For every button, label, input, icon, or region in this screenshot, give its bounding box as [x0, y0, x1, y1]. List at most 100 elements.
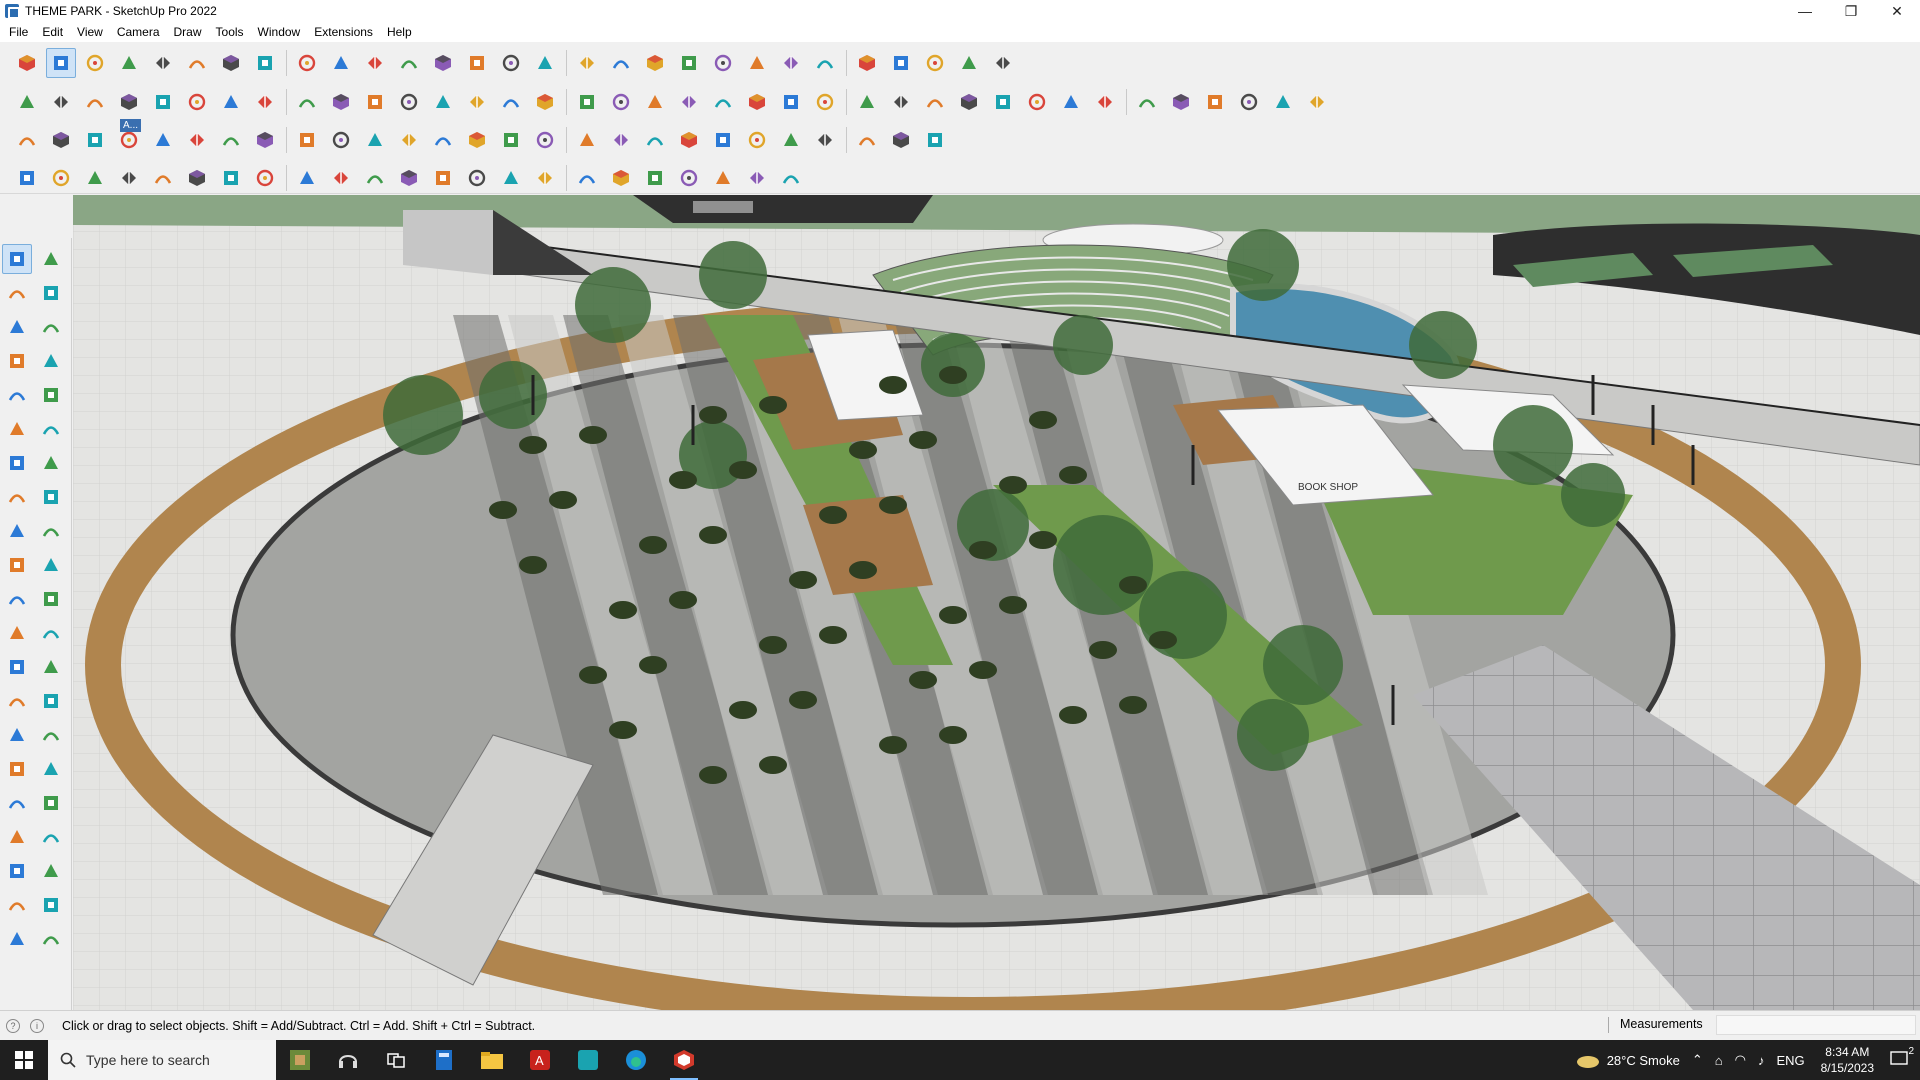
- menu-draw[interactable]: Draw: [167, 25, 209, 39]
- look-around-tool-button[interactable]: [36, 822, 66, 852]
- subtract-button[interactable]: [530, 87, 560, 117]
- sphere-button[interactable]: [148, 125, 178, 155]
- select-tool-button[interactable]: [2, 244, 32, 274]
- wifi-icon[interactable]: ◠: [1735, 1052, 1746, 1068]
- taskbar-widget-app[interactable]: [276, 1040, 324, 1080]
- column-button[interactable]: [810, 125, 840, 155]
- solid-tools-button[interactable]: [462, 87, 492, 117]
- rectangle-button[interactable]: [182, 48, 212, 78]
- styles-tool-button[interactable]: [2, 890, 32, 920]
- x-ray-button[interactable]: [250, 87, 280, 117]
- cone-button[interactable]: [462, 125, 492, 155]
- shell-button[interactable]: [292, 163, 322, 193]
- info-icon[interactable]: i: [30, 1018, 44, 1033]
- align-button[interactable]: [394, 163, 424, 193]
- taskbar-acrobat[interactable]: A: [516, 1040, 564, 1080]
- sandbox-button[interactable]: [606, 87, 636, 117]
- top-view-button[interactable]: [46, 87, 76, 117]
- model-viewport[interactable]: BOOK SHOP: [73, 195, 1920, 1010]
- curve-button[interactable]: [1090, 87, 1120, 117]
- back-view-button[interactable]: [148, 87, 178, 117]
- components-button[interactable]: [776, 48, 806, 78]
- spline-button[interactable]: [1132, 87, 1162, 117]
- path-button[interactable]: [326, 125, 356, 155]
- styles-button[interactable]: [674, 48, 704, 78]
- add-detail-button[interactable]: [742, 87, 772, 117]
- materials-button[interactable]: [810, 48, 840, 78]
- line-tool-button[interactable]: [2, 346, 32, 376]
- orbit2-tool-button[interactable]: [2, 720, 32, 750]
- pencil-line-button[interactable]: [114, 48, 144, 78]
- warehouse-button[interactable]: [810, 87, 840, 117]
- measurements-input[interactable]: [1716, 1015, 1916, 1035]
- taskbar-calculator[interactable]: [420, 1040, 468, 1080]
- eraser-tool-button[interactable]: [36, 278, 66, 308]
- monochrome-button[interactable]: [428, 87, 458, 117]
- polygon-tool-button[interactable]: [36, 414, 66, 444]
- follow-me-button[interactable]: [250, 48, 280, 78]
- snap-button[interactable]: [462, 163, 492, 193]
- wall-button[interactable]: [920, 125, 950, 155]
- move-button[interactable]: [292, 48, 322, 78]
- menu-help[interactable]: Help: [380, 25, 419, 39]
- weather-cloud-icon[interactable]: [1575, 1051, 1601, 1069]
- tape-measure-button[interactable]: [394, 48, 424, 78]
- iso-view-button[interactable]: [12, 87, 42, 117]
- dimension-tool-button[interactable]: [36, 652, 66, 682]
- arc-tool-button[interactable]: [250, 125, 280, 155]
- theme-park-model[interactable]: BOOK SHOP: [73, 195, 1920, 1010]
- left-view-button[interactable]: [182, 87, 212, 117]
- hidden-line-button[interactable]: [326, 87, 356, 117]
- zoom-window-button[interactable]: [606, 48, 636, 78]
- flip-edge-button[interactable]: [776, 87, 806, 117]
- scale-tool-button[interactable]: [2, 584, 32, 614]
- rotated-rect-tool-button[interactable]: [36, 380, 66, 410]
- freehand-tool-button[interactable]: [36, 346, 66, 376]
- zoom-tool-button[interactable]: [2, 754, 32, 784]
- camera-button[interactable]: [742, 163, 772, 193]
- undo-button[interactable]: [920, 48, 950, 78]
- angle-button[interactable]: [530, 163, 560, 193]
- twist-button[interactable]: [216, 163, 246, 193]
- measure-button[interactable]: [496, 163, 526, 193]
- intersect-button[interactable]: [572, 87, 602, 117]
- door-button[interactable]: [708, 125, 738, 155]
- loft-button[interactable]: [1302, 87, 1332, 117]
- taskbar-search[interactable]: Type here to search: [48, 1040, 276, 1080]
- curve-tool-button[interactable]: [292, 125, 322, 155]
- distribute-button[interactable]: [428, 163, 458, 193]
- weld-button[interactable]: [1234, 87, 1264, 117]
- taper-button[interactable]: [250, 163, 280, 193]
- union-button[interactable]: [496, 87, 526, 117]
- extrude-button[interactable]: [1268, 87, 1298, 117]
- menu-view[interactable]: View: [70, 25, 110, 39]
- offset-button[interactable]: [1200, 87, 1230, 117]
- rectangle-tool-button[interactable]: [2, 380, 32, 410]
- layers-tool-button[interactable]: [2, 924, 32, 954]
- zoom-extents-tool-button[interactable]: [2, 788, 32, 818]
- bezier-button[interactable]: [1166, 87, 1196, 117]
- geo-location-icon[interactable]: ?: [6, 1018, 20, 1033]
- position-camera-tool-button[interactable]: [2, 856, 32, 886]
- polygon-button[interactable]: [988, 87, 1018, 117]
- menu-tools[interactable]: Tools: [209, 25, 251, 39]
- circle-button[interactable]: [1022, 87, 1052, 117]
- orbit-tool-button[interactable]: [36, 244, 66, 274]
- rotate-button[interactable]: [326, 48, 356, 78]
- fog-tool-button[interactable]: [36, 890, 66, 920]
- taskbar-edge[interactable]: [612, 1040, 660, 1080]
- cross-button[interactable]: [360, 125, 390, 155]
- redo-button[interactable]: [954, 48, 984, 78]
- move-tool-button[interactable]: [2, 516, 32, 546]
- pie-tool-button[interactable]: [36, 448, 66, 478]
- light-button[interactable]: [708, 163, 738, 193]
- plane-blue-button[interactable]: [12, 125, 42, 155]
- array-button[interactable]: [326, 163, 356, 193]
- animate-button[interactable]: [776, 163, 806, 193]
- tape-tool-button[interactable]: [2, 618, 32, 648]
- plane-yellow-button[interactable]: [80, 125, 110, 155]
- fog-button[interactable]: [920, 87, 950, 117]
- shaded-button[interactable]: [360, 87, 390, 117]
- smoove-button[interactable]: [640, 87, 670, 117]
- 3dtext-tool-button[interactable]: [36, 686, 66, 716]
